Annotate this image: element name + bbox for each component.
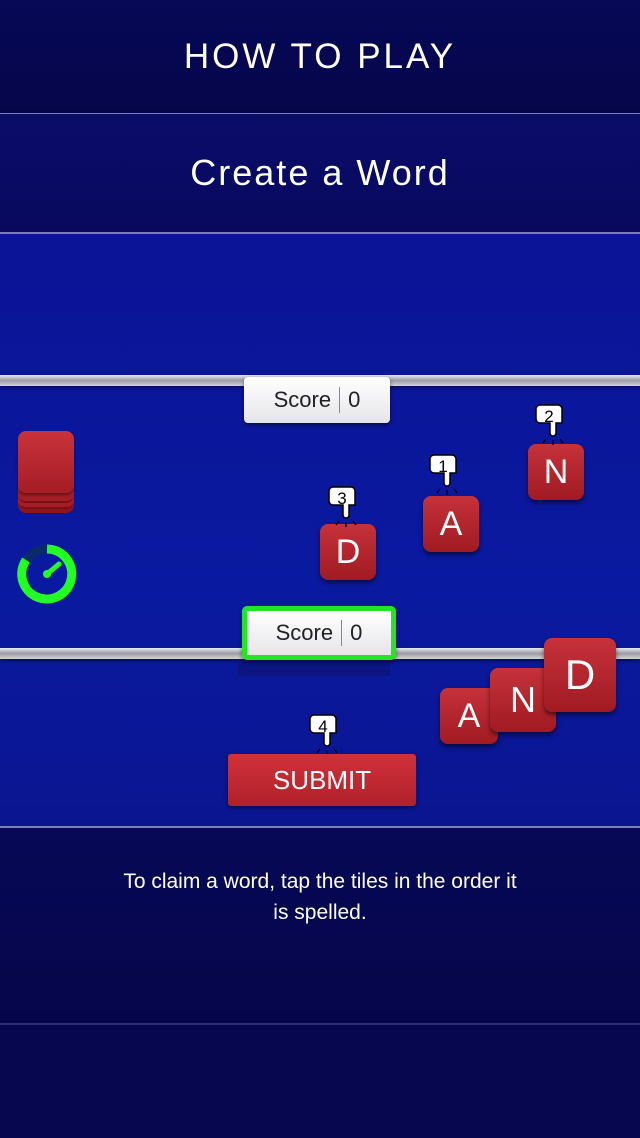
header-bar: HOW TO PLAY bbox=[0, 0, 640, 114]
step-number: 2 bbox=[544, 407, 554, 426]
opponent-score-label: Score bbox=[273, 387, 332, 412]
player-score-value: 0 bbox=[350, 620, 363, 645]
board-tile-d[interactable]: D bbox=[320, 524, 376, 580]
word-tile-d[interactable]: D bbox=[544, 638, 616, 712]
step-number: 3 bbox=[337, 489, 347, 508]
page-title: HOW TO PLAY bbox=[183, 37, 457, 76]
score-separator bbox=[341, 620, 343, 646]
board-tile-a[interactable]: A bbox=[423, 496, 479, 552]
section-header: Create a Word bbox=[0, 114, 640, 232]
section-title: Create a Word bbox=[190, 152, 450, 193]
tile-letter: D bbox=[564, 651, 596, 698]
submit-button[interactable]: SUBMIT bbox=[228, 754, 416, 806]
opponent-score-value: 0 bbox=[348, 387, 361, 412]
opponent-score-box: Score 0 bbox=[244, 377, 390, 423]
tile-deck-icon bbox=[18, 431, 76, 515]
step-number: 4 bbox=[318, 717, 328, 736]
player-score-label: Score bbox=[275, 620, 334, 645]
tile-letter: N bbox=[510, 679, 536, 720]
tile-letter: A bbox=[439, 504, 463, 543]
board-tile-n[interactable]: N bbox=[528, 444, 584, 500]
player-score-box: Score 0 bbox=[242, 606, 396, 660]
bottom-area bbox=[0, 1025, 640, 1138]
instructions-text: To claim a word, tap the tiles in the or… bbox=[123, 870, 517, 924]
score-separator bbox=[339, 387, 341, 413]
pointing-hand-icon: 1 bbox=[428, 452, 466, 498]
tile-letter: D bbox=[335, 532, 361, 571]
timer-icon bbox=[16, 543, 78, 605]
score-shadow bbox=[238, 662, 390, 676]
tile-letter: N bbox=[543, 452, 569, 491]
pointing-hand-icon: 3 bbox=[327, 484, 365, 530]
pointing-hand-icon: 4 bbox=[308, 712, 346, 758]
step-number: 1 bbox=[438, 457, 448, 476]
tile-letter: A bbox=[457, 696, 481, 735]
pointing-hand-icon: 2 bbox=[534, 402, 572, 448]
